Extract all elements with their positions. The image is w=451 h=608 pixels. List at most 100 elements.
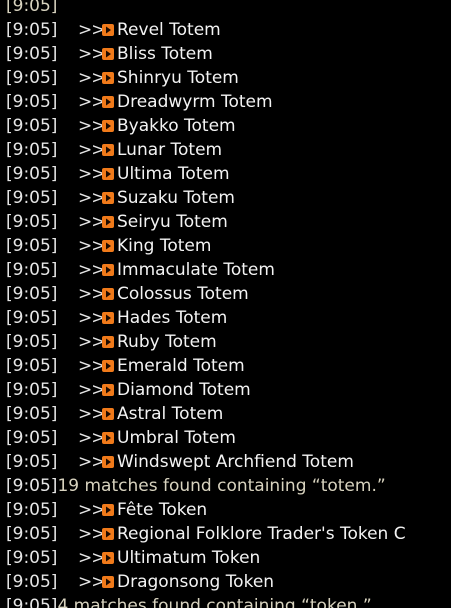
item-link-icon — [102, 288, 114, 300]
timestamp: [9:05] — [6, 116, 58, 136]
link-prefix: >> — [78, 212, 106, 232]
timestamp: [9:05] — [6, 212, 58, 232]
item-link-icon — [102, 72, 114, 84]
timestamp: [9:05] — [6, 500, 58, 520]
item-link[interactable]: Bliss Totem — [117, 44, 213, 64]
timestamp: [9:05] — [6, 476, 58, 496]
chat-line-item: [9:05] >> Shinryu Totem — [6, 66, 451, 90]
link-prefix: >> — [78, 332, 106, 352]
timestamp: [9:05] — [6, 380, 58, 400]
item-link[interactable]: Dragonsong Token — [117, 572, 274, 592]
item-link-icon — [102, 576, 114, 588]
chat-line-item: [9:05] >> Ruby Totem — [6, 330, 451, 354]
item-link-icon — [102, 120, 114, 132]
link-prefix: >> — [78, 548, 106, 568]
chat-line-item: [9:05] >> Ultimatum Token — [6, 546, 451, 570]
chat-line-item: [9:05] >> Bliss Totem — [6, 42, 451, 66]
chat-line-summary: [9:05]4 matches found containing “token.… — [6, 594, 451, 608]
item-link[interactable]: Ultimatum Token — [117, 548, 260, 568]
item-link[interactable]: Umbral Totem — [117, 428, 236, 448]
link-prefix: >> — [78, 284, 106, 304]
item-link[interactable]: Astral Totem — [117, 404, 223, 424]
item-link-icon — [102, 504, 114, 516]
item-link-icon — [102, 24, 114, 36]
item-link[interactable]: Ultima Totem — [117, 164, 230, 184]
item-link-icon — [102, 192, 114, 204]
timestamp: [9:05] — [6, 164, 58, 184]
timestamp: [9:05] — [6, 356, 58, 376]
item-link[interactable]: Byakko Totem — [117, 116, 236, 136]
chat-line-item: [9:05] >> Windswept Archfiend Totem — [6, 450, 451, 474]
chat-line-item: [9:05] >> Diamond Totem — [6, 378, 451, 402]
chat-line-item: [9:05] >> Regional Folklore Trader's Token… — [6, 522, 451, 546]
timestamp: [9:05] — [6, 524, 58, 544]
item-link-icon — [102, 408, 114, 420]
item-link[interactable]: Shinryu Totem — [117, 68, 239, 88]
link-prefix: >> — [78, 380, 106, 400]
link-prefix: >> — [78, 44, 106, 64]
link-prefix: >> — [78, 308, 106, 328]
chat-line-item: [9:05] >> Colossus Totem — [6, 282, 451, 306]
timestamp: [9:05] — [6, 332, 58, 352]
link-prefix: >> — [78, 164, 106, 184]
item-link[interactable]: King Totem — [117, 236, 211, 256]
link-prefix: >> — [78, 140, 106, 160]
link-prefix: >> — [78, 428, 106, 448]
item-link[interactable]: Ruby Totem — [117, 332, 217, 352]
chat-line-item: [9:05] >> Revel Totem — [6, 18, 451, 42]
timestamp: [9:05] — [6, 188, 58, 208]
item-link-icon — [102, 312, 114, 324]
chat-line-item: [9:05] >> Seiryu Totem — [6, 210, 451, 234]
link-prefix: >> — [78, 236, 106, 256]
item-link[interactable]: Emerald Totem — [117, 356, 245, 376]
timestamp: [9:05] — [6, 260, 58, 280]
timestamp: [9:05] — [6, 92, 58, 112]
timestamp: [9:05] — [6, 308, 58, 328]
item-link-icon — [102, 336, 114, 348]
item-link-icon — [102, 144, 114, 156]
item-link[interactable]: Colossus Totem — [117, 284, 249, 304]
link-prefix: >> — [78, 68, 106, 88]
item-link[interactable]: Regional Folklore Trader's Token C — [117, 524, 406, 544]
link-prefix: >> — [78, 356, 106, 376]
timestamp: [9:05] — [6, 284, 58, 304]
item-link-icon — [102, 456, 114, 468]
chat-line-item: [9:05] >> Dragonsong Token — [6, 570, 451, 594]
item-link[interactable]: Diamond Totem — [117, 380, 251, 400]
chat-line-item: [9:05] >> Umbral Totem — [6, 426, 451, 450]
link-prefix: >> — [78, 188, 106, 208]
partial-line-text: [9:05] — [6, 0, 58, 16]
item-link[interactable]: Seiryu Totem — [117, 212, 228, 232]
chat-log[interactable]: [9:05] [9:05] >> Revel Totem [9:05] >> Bliss … — [0, 0, 451, 608]
search-summary: 19 matches found containing “totem.” — [57, 476, 386, 496]
chat-line-item: [9:05] >> Lunar Totem — [6, 138, 451, 162]
link-prefix: >> — [78, 572, 106, 592]
chat-line-item: [9:05] >> Immaculate Totem — [6, 258, 451, 282]
timestamp: [9:05] — [6, 548, 58, 568]
item-link[interactable]: Dreadwyrm Totem — [117, 92, 273, 112]
item-link-icon — [102, 552, 114, 564]
timestamp: [9:05] — [6, 452, 58, 472]
item-link[interactable]: Lunar Totem — [117, 140, 222, 160]
link-prefix: >> — [78, 116, 106, 136]
item-link-icon — [102, 384, 114, 396]
timestamp: [9:05] — [6, 44, 58, 64]
link-prefix: >> — [78, 452, 106, 472]
chat-line-partial: [9:05] — [6, 0, 451, 18]
item-link[interactable]: Revel Totem — [117, 20, 221, 40]
link-prefix: >> — [78, 260, 106, 280]
item-link[interactable]: Hades Totem — [117, 308, 227, 328]
timestamp: [9:05] — [6, 404, 58, 424]
timestamp: [9:05] — [6, 596, 58, 608]
item-link[interactable]: Suzaku Totem — [117, 188, 235, 208]
link-prefix: >> — [78, 20, 106, 40]
chat-line-item: [9:05] >> Astral Totem — [6, 402, 451, 426]
timestamp: [9:05] — [6, 20, 58, 40]
link-prefix: >> — [78, 500, 106, 520]
item-link[interactable]: Windswept Archfiend Totem — [117, 452, 354, 472]
item-link-icon — [102, 48, 114, 60]
item-link[interactable]: Fête Token — [117, 500, 207, 520]
timestamp: [9:05] — [6, 140, 58, 160]
item-link-icon — [102, 240, 114, 252]
item-link[interactable]: Immaculate Totem — [117, 260, 275, 280]
